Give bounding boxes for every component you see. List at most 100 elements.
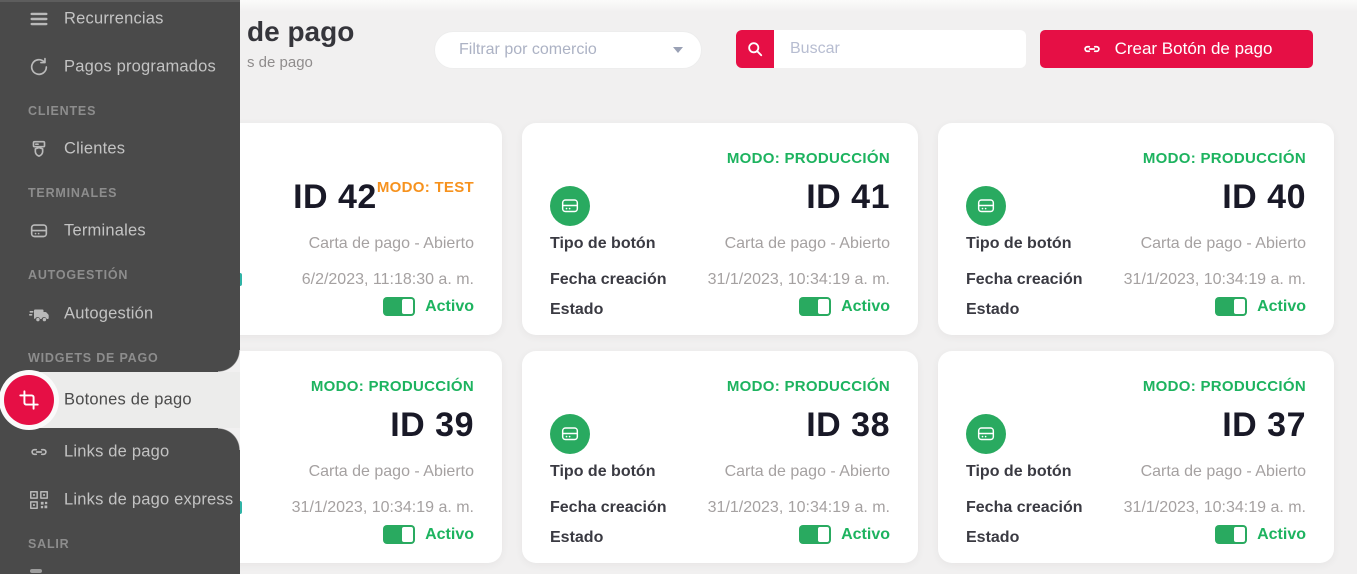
state-label: Estado xyxy=(966,529,1019,547)
state-label: Estado xyxy=(550,301,603,319)
date-label: Fecha creación xyxy=(550,499,667,517)
card-id: ID 42MODO: TEST xyxy=(293,178,474,216)
status-toggle[interactable] xyxy=(1215,297,1247,316)
state-row: Activo xyxy=(383,525,474,544)
type-value: Carta de pago - Abierto xyxy=(725,235,890,253)
status-badge: Activo xyxy=(1257,526,1306,544)
state-label: Estado xyxy=(550,529,603,547)
state-row: Activo xyxy=(1215,297,1306,316)
card-reader-icon xyxy=(28,220,50,242)
crop-icon xyxy=(4,375,54,425)
create-payment-button[interactable]: Crear Botón de pago xyxy=(1040,30,1313,68)
sidebar-section-widgets-de-pago: WIDGETS DE PAGO xyxy=(28,351,159,369)
status-toggle[interactable] xyxy=(799,525,831,544)
toggle-knob xyxy=(402,527,413,542)
toggle-knob xyxy=(818,527,829,542)
merchant-filter-select[interactable]: Filtrar por comercio xyxy=(434,31,702,69)
payment-button-card: MODO: PRODUCCIÓNID 38Tipo de botónFecha … xyxy=(522,351,918,563)
type-value: Carta de pago - Abierto xyxy=(309,463,474,481)
merchant-filter-placeholder: Filtrar por comercio xyxy=(459,41,597,59)
search-icon xyxy=(745,39,765,59)
toggle-knob xyxy=(1234,527,1245,542)
type-value: Carta de pago - Abierto xyxy=(725,463,890,481)
date-value: 31/1/2023, 10:34:19 a. m. xyxy=(1124,271,1306,289)
status-toggle[interactable] xyxy=(383,525,415,544)
toggle-knob xyxy=(818,299,829,314)
page-subtitle: s de pago xyxy=(247,54,313,71)
sidebar-item-label: Autogestión xyxy=(64,305,153,324)
chevron-down-icon xyxy=(673,47,683,53)
refresh-icon xyxy=(28,56,50,78)
card-id: ID 40 xyxy=(1222,178,1306,216)
toggle-knob xyxy=(1234,299,1245,314)
sidebar-item-label: Links de pago express xyxy=(64,491,233,510)
sidebar-curve-top xyxy=(218,350,240,372)
sidebar-item-label: Recurrencias xyxy=(64,10,164,29)
sidebar: RecurrenciasPagos programadosCLIENTESCli… xyxy=(0,0,240,574)
status-toggle[interactable] xyxy=(383,297,415,316)
type-label: Tipo de botón xyxy=(966,235,1071,253)
sidebar-item-terminales[interactable]: Terminales xyxy=(0,212,240,250)
menu-icon xyxy=(28,8,50,30)
link-icon xyxy=(1081,38,1103,60)
sidebar-item-clientes[interactable]: Clientes xyxy=(0,130,240,168)
sidebar-item-botones-de-pago[interactable]: Botones de pago xyxy=(0,372,240,428)
sidebar-item-label: Pagos programados xyxy=(64,58,216,77)
date-label: Fecha creación xyxy=(550,271,667,289)
status-toggle[interactable] xyxy=(1215,525,1247,544)
status-badge: Activo xyxy=(841,298,890,316)
type-label: Tipo de botón xyxy=(550,235,655,253)
delivery-truck-icon xyxy=(28,303,50,325)
payment-button-card: MODO: PRODUCCIÓNID 40Tipo de botónFecha … xyxy=(938,123,1334,335)
state-label: Estado xyxy=(966,301,1019,319)
type-value: Carta de pago - Abierto xyxy=(309,235,474,253)
sidebar-item-label: Clientes xyxy=(64,140,125,159)
search-bar[interactable] xyxy=(736,30,1026,68)
qr-code-icon xyxy=(28,489,50,511)
sidebar-item-links-de-pago-express[interactable]: Links de pago express xyxy=(0,481,240,519)
card-reader-icon xyxy=(966,414,1006,454)
toggle-knob xyxy=(402,299,413,314)
card-id: ID 38 xyxy=(806,406,890,444)
type-value: Carta de pago - Abierto xyxy=(1141,463,1306,481)
logout-icon xyxy=(30,569,42,573)
sidebar-section-terminales: TERMINALES xyxy=(28,186,117,204)
card-reader-icon xyxy=(966,186,1006,226)
date-value: 31/1/2023, 10:34:19 a. m. xyxy=(1124,499,1306,517)
status-badge: Activo xyxy=(1257,298,1306,316)
payment-button-card: MODO: PRODUCCIÓN ID 37 Tipo de botón Fecha … xyxy=(938,351,1334,563)
search-input[interactable] xyxy=(774,30,1026,68)
date-value: 31/1/2023, 10:34:19 a. m. xyxy=(708,271,890,289)
sidebar-item-links-de-pago[interactable]: Links de pago xyxy=(0,433,240,471)
sidebar-item-recurrencias[interactable]: Recurrencias xyxy=(0,0,240,38)
status-toggle[interactable] xyxy=(799,297,831,316)
mode-badge: MODO: PRODUCCIÓN xyxy=(1143,378,1306,395)
sidebar-item-label: Botones de pago xyxy=(64,391,192,410)
sidebar-item-autogestion[interactable]: Autogestión xyxy=(0,295,240,333)
status-badge: Activo xyxy=(841,526,890,544)
sidebar-item-label: Links de pago xyxy=(64,443,169,462)
mode-badge: MODO: PRODUCCIÓN xyxy=(311,378,474,395)
search-button[interactable] xyxy=(736,30,774,68)
status-badge: Activo xyxy=(425,298,474,316)
date-value: 31/1/2023, 10:34:19 a. m. xyxy=(708,499,890,517)
type-value: Carta de pago - Abierto xyxy=(1141,235,1306,253)
pos-shield-icon xyxy=(28,138,50,160)
page-title: de pago xyxy=(247,16,354,48)
mode-badge: MODO: PRODUCCIÓN xyxy=(1143,150,1306,167)
link-icon xyxy=(28,441,50,463)
card-id: ID 37 xyxy=(1222,406,1306,444)
state-row: Activo xyxy=(383,297,474,316)
date-value: 31/1/2023, 10:34:19 a. m. xyxy=(292,499,474,517)
type-label: Tipo de botón xyxy=(966,463,1071,481)
sidebar-section-salir: SALIR xyxy=(28,537,70,555)
mode-badge: MODO: TEST xyxy=(377,179,474,196)
sidebar-item-pagos-programados[interactable]: Pagos programados xyxy=(0,48,240,86)
date-label: Fecha creación xyxy=(966,499,1083,517)
card-reader-icon xyxy=(550,186,590,226)
mode-badge: MODO: PRODUCCIÓN xyxy=(727,150,890,167)
type-label: Tipo de botón xyxy=(550,463,655,481)
create-payment-button-label: Crear Botón de pago xyxy=(1115,39,1273,59)
status-badge: Activo xyxy=(425,526,474,544)
card-id: ID 39 xyxy=(390,406,474,444)
